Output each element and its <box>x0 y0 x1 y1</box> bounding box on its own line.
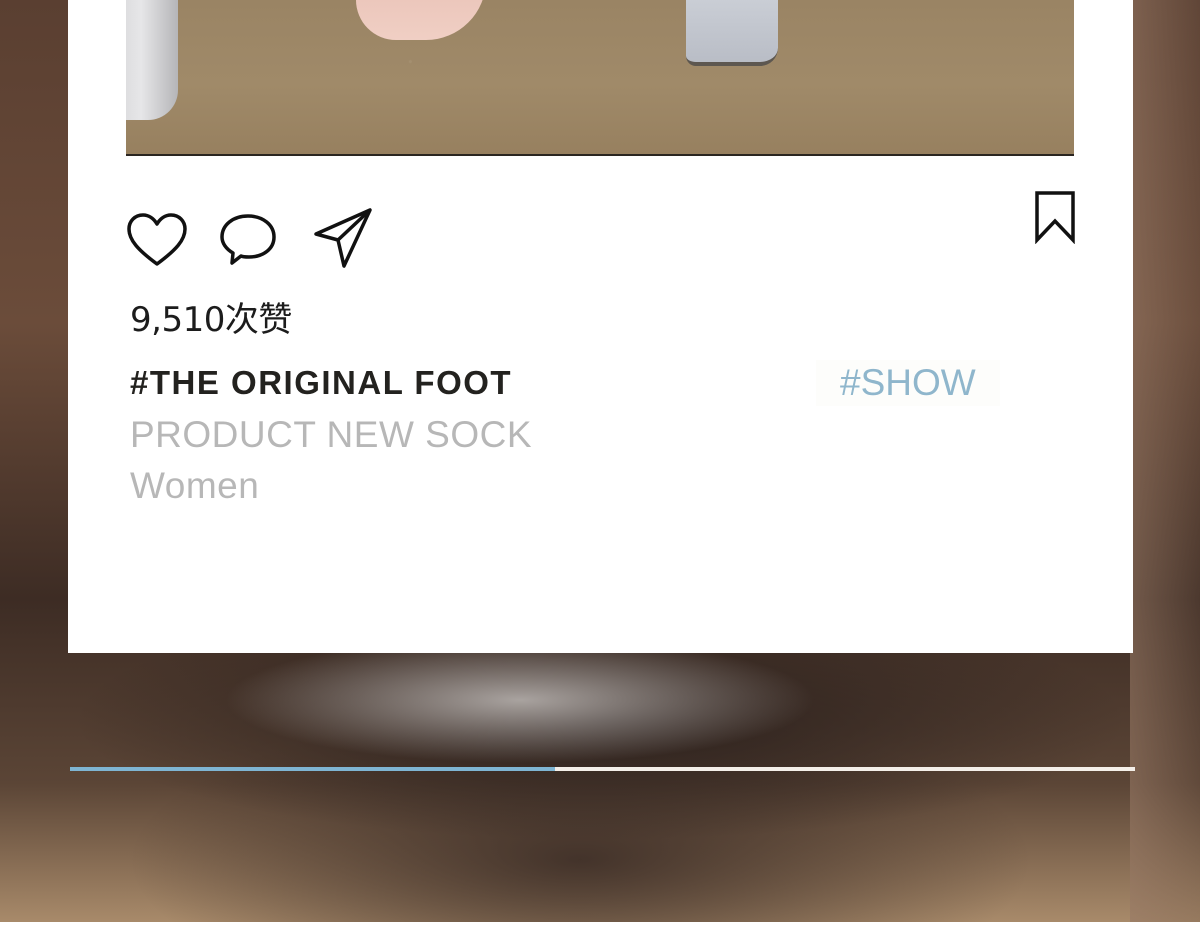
background-video-frame: 9,510次赞 #THE ORIGINAL FOOT PRODUCT NEW S… <box>0 0 1200 922</box>
post-audience: Women <box>130 465 260 506</box>
post-photo[interactable] <box>126 0 1074 156</box>
photo-sock <box>686 0 778 66</box>
post-subtitle: PRODUCT NEW SOCK <box>130 414 533 455</box>
video-progress-bar[interactable] <box>70 767 1135 771</box>
like-count: 9,510次赞 <box>130 300 292 340</box>
comment-icon[interactable] <box>218 212 278 268</box>
hashtag-show[interactable]: #SHOW <box>816 360 1000 406</box>
video-progress-fill <box>70 767 555 771</box>
photo-foot <box>356 0 486 40</box>
post-card: 9,510次赞 #THE ORIGINAL FOOT PRODUCT NEW S… <box>68 0 1133 653</box>
bookmark-icon[interactable] <box>1034 190 1076 244</box>
send-icon[interactable] <box>312 206 374 270</box>
post-title: #THE ORIGINAL FOOT <box>130 364 513 401</box>
heart-icon[interactable] <box>126 212 188 268</box>
photo-container-object <box>126 0 178 120</box>
